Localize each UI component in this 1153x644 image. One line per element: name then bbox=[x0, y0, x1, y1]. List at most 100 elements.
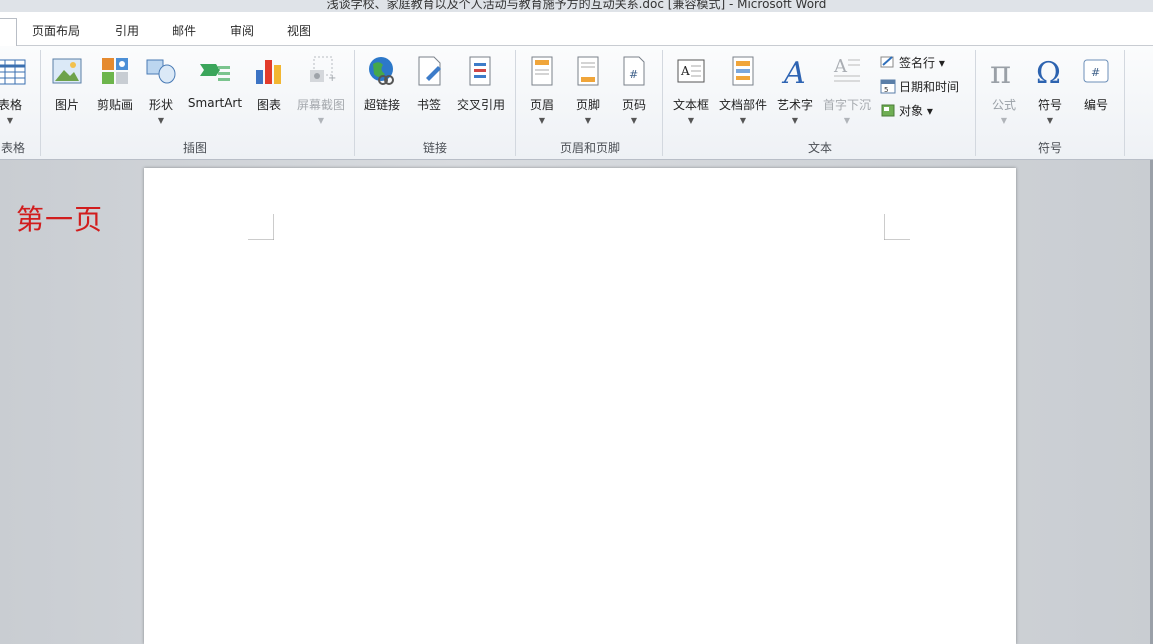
signature-line-button[interactable]: 签名行 ▾ bbox=[880, 52, 945, 72]
wordart-label: 艺术字 bbox=[776, 98, 813, 112]
group-label-symbols: 符号 bbox=[1037, 141, 1062, 155]
svg-text:+: + bbox=[328, 73, 336, 84]
group-divider bbox=[354, 50, 355, 156]
footer-button[interactable]: 页脚 ▼ bbox=[568, 50, 608, 130]
chevron-down-icon: ▼ bbox=[1000, 116, 1008, 125]
shapes-button[interactable]: 形状 ▼ bbox=[144, 50, 178, 130]
shapes-label: 形状 bbox=[148, 98, 173, 112]
object-label: 对象 ▾ bbox=[899, 103, 933, 118]
text-box-button[interactable]: A 文本框 ▼ bbox=[668, 50, 714, 130]
symbol-label: 符号 bbox=[1037, 98, 1062, 112]
group-label-text: 文本 bbox=[807, 141, 832, 155]
chevron-down-icon: ▼ bbox=[791, 116, 799, 125]
equation-button[interactable]: π 公式 ▼ bbox=[984, 50, 1024, 130]
text-box-icon: A bbox=[677, 59, 705, 83]
tab-view[interactable]: 视图 bbox=[287, 22, 311, 39]
group-label-header-footer: 页眉和页脚 bbox=[559, 141, 620, 155]
svg-text:A: A bbox=[833, 56, 848, 77]
signature-icon bbox=[880, 56, 894, 68]
bookmark-label: 书签 bbox=[416, 98, 441, 112]
group-divider bbox=[1124, 50, 1125, 156]
bookmark-icon bbox=[418, 56, 441, 86]
globe-icon bbox=[369, 57, 394, 85]
table-label: 表格 bbox=[0, 98, 22, 112]
number-label: 编号 bbox=[1083, 98, 1108, 112]
wordart-button[interactable]: A 艺术字 ▼ bbox=[774, 50, 816, 130]
screenshot-button[interactable]: + 屏幕截图 ▼ bbox=[292, 50, 350, 130]
page-number-button[interactable]: # 页码 ▼ bbox=[614, 50, 654, 130]
omega-icon: Ω bbox=[1036, 56, 1061, 88]
tab-review[interactable]: 审阅 bbox=[230, 22, 254, 39]
calendar-icon: 5 bbox=[880, 79, 896, 94]
tab-references[interactable]: 引用 bbox=[115, 22, 139, 39]
header-icon bbox=[531, 56, 553, 86]
group-divider bbox=[975, 50, 976, 156]
tab-insert[interactable] bbox=[0, 18, 17, 46]
date-time-button[interactable]: 5 日期和时间 bbox=[880, 76, 959, 96]
drop-cap-button[interactable]: A 首字下沉 ▼ bbox=[820, 50, 874, 130]
date-time-label: 日期和时间 bbox=[899, 79, 960, 94]
tab-page-layout[interactable]: 页面布局 bbox=[32, 22, 80, 39]
title-bar: 浅谈学校、家庭教育以及个人活动与教育施予方的互动关系.doc [兼容模式] - … bbox=[0, 0, 1153, 12]
footer-icon bbox=[577, 56, 599, 86]
page-number-label: 页码 bbox=[621, 98, 646, 112]
ribbon: 表格 ▼ 表格 图片 剪贴画 形状 ▼ SmartArt 图表 + 屏幕截图 ▼… bbox=[0, 46, 1153, 160]
page-annotation: 第一页 bbox=[16, 203, 104, 236]
margin-corner-marker bbox=[884, 214, 910, 240]
pi-icon: π bbox=[990, 54, 1011, 88]
cross-reference-button[interactable]: 交叉引用 bbox=[452, 50, 510, 130]
clip-art-label: 剪贴画 bbox=[96, 98, 133, 112]
header-label: 页眉 bbox=[529, 98, 554, 112]
chart-button[interactable]: 图表 bbox=[252, 50, 286, 130]
svg-text:A: A bbox=[781, 56, 806, 88]
hyperlink-label: 超链接 bbox=[363, 98, 400, 112]
chart-label: 图表 bbox=[256, 98, 281, 112]
group-label-table: 表格 bbox=[0, 141, 25, 155]
quick-parts-label: 文档部件 bbox=[718, 98, 767, 112]
table-icon bbox=[0, 59, 26, 85]
smartart-button[interactable]: SmartArt bbox=[184, 50, 246, 130]
screenshot-icon: + bbox=[310, 56, 336, 84]
drop-cap-icon: A bbox=[833, 56, 860, 82]
screenshot-label: 屏幕截图 bbox=[296, 98, 345, 112]
svg-text:A: A bbox=[680, 64, 690, 78]
picture-button[interactable]: 图片 bbox=[48, 50, 86, 130]
number-button[interactable]: # 编号 bbox=[1076, 50, 1116, 130]
wordart-icon: A bbox=[781, 56, 806, 88]
ribbon-tab-bar: 页面布局 引用 邮件 审阅 视图 bbox=[0, 12, 1153, 46]
hyperlink-button[interactable]: 超链接 bbox=[360, 50, 404, 130]
svg-text:Ω: Ω bbox=[1036, 56, 1061, 88]
number-icon: # bbox=[1083, 59, 1109, 83]
object-button[interactable]: 对象 ▾ bbox=[880, 100, 933, 120]
clip-art-icon bbox=[102, 58, 128, 84]
equation-label: 公式 bbox=[991, 98, 1016, 112]
group-label-links: 链接 bbox=[422, 141, 447, 155]
tab-mailings[interactable]: 邮件 bbox=[172, 22, 196, 39]
group-label-illustrations: 插图 bbox=[182, 141, 207, 155]
chevron-down-icon: ▼ bbox=[157, 116, 165, 125]
header-button[interactable]: 页眉 ▼ bbox=[522, 50, 562, 130]
bookmark-button[interactable]: 书签 bbox=[411, 50, 447, 130]
quick-parts-icon bbox=[732, 56, 754, 86]
document-workspace[interactable]: 第一页 bbox=[0, 160, 1153, 644]
table-button[interactable]: 表格 ▼ bbox=[0, 50, 28, 130]
symbol-button[interactable]: Ω 符号 ▼ bbox=[1030, 50, 1070, 130]
svg-text:#: # bbox=[629, 68, 638, 81]
chevron-down-icon: ▼ bbox=[584, 116, 592, 125]
margin-corner-marker bbox=[248, 214, 274, 240]
group-divider bbox=[515, 50, 516, 156]
signature-line-label: 签名行 ▾ bbox=[899, 55, 945, 70]
footer-label: 页脚 bbox=[575, 98, 600, 112]
text-box-label: 文本框 bbox=[672, 98, 709, 112]
object-icon bbox=[881, 104, 895, 117]
chevron-down-icon: ▼ bbox=[843, 116, 851, 125]
page-number-icon: # bbox=[623, 56, 645, 86]
group-divider bbox=[40, 50, 41, 156]
document-page[interactable] bbox=[144, 168, 1016, 644]
chevron-down-icon: ▼ bbox=[6, 116, 14, 125]
clip-art-button[interactable]: 剪贴画 bbox=[93, 50, 137, 130]
cross-reference-icon bbox=[469, 56, 491, 86]
smartart-icon bbox=[200, 64, 230, 81]
chart-icon bbox=[256, 60, 281, 84]
quick-parts-button[interactable]: 文档部件 ▼ bbox=[716, 50, 770, 130]
